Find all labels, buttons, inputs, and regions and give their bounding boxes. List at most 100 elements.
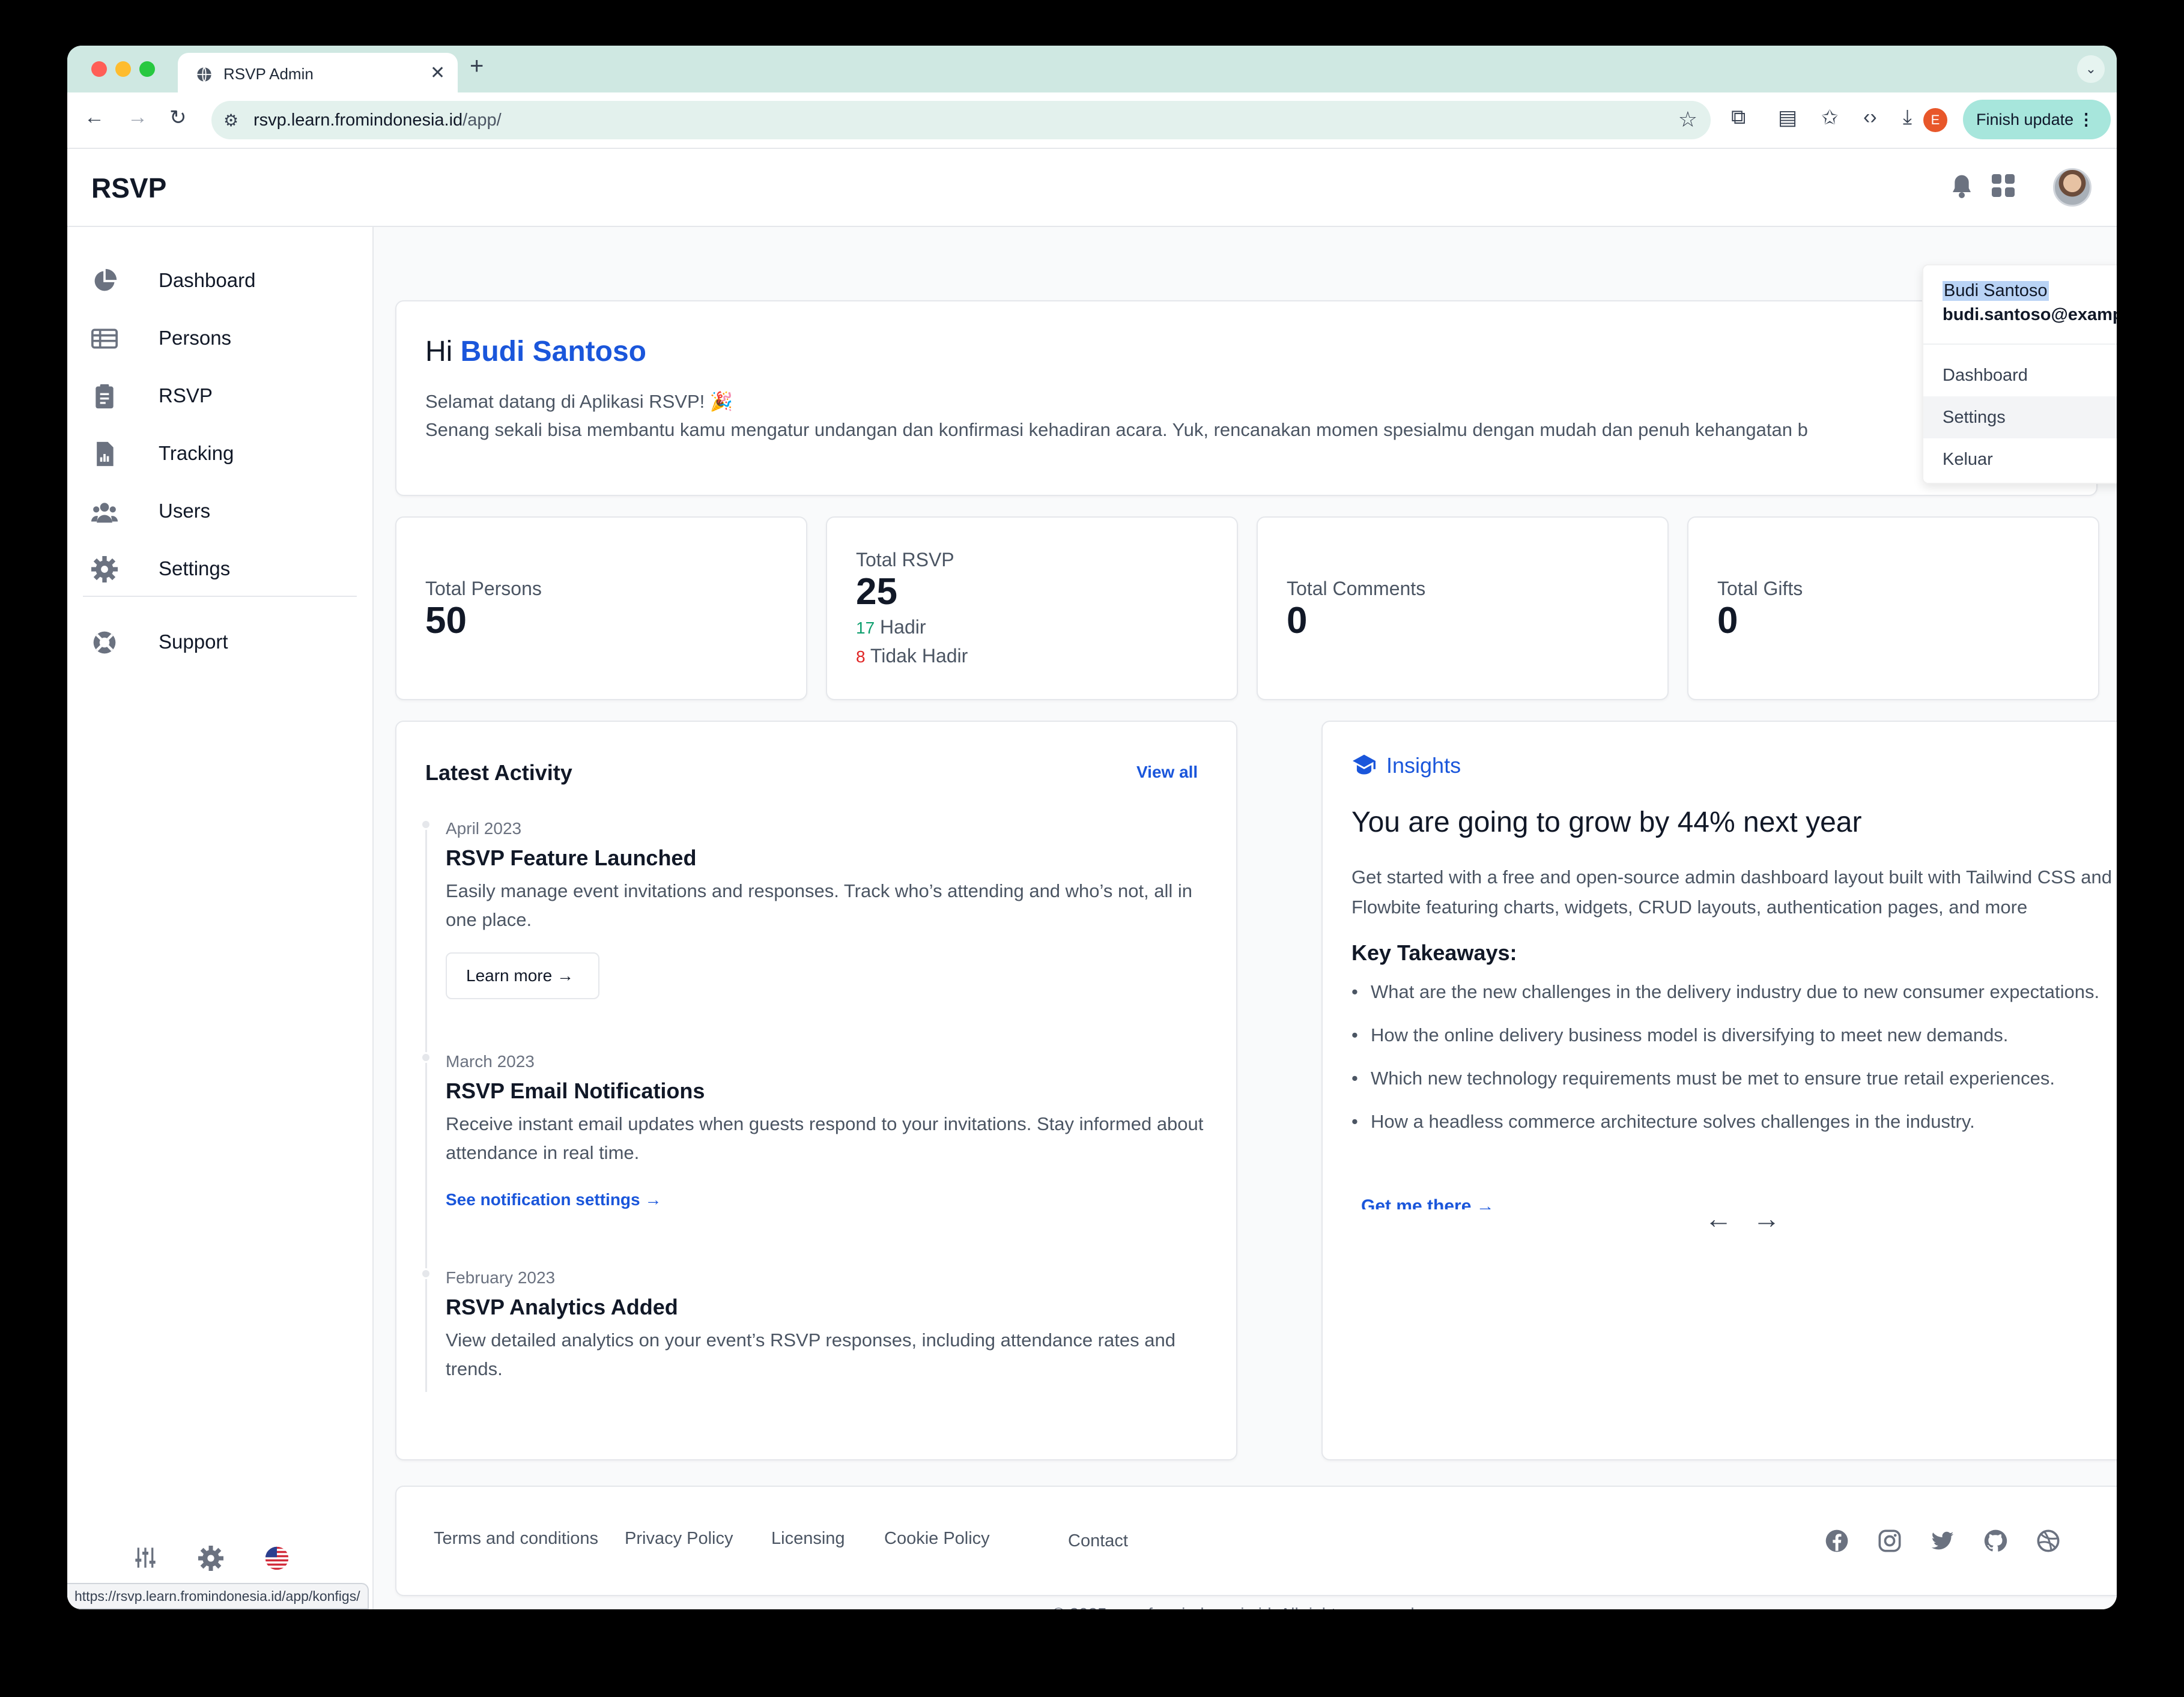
stat-title: Total Persons xyxy=(425,578,542,599)
browser-tab[interactable]: RSVP Admin ✕ xyxy=(178,53,458,92)
timeline-dot xyxy=(420,1268,431,1279)
insights-description: Get started with a free and open-source … xyxy=(1351,867,2112,918)
apps-grid-icon[interactable] xyxy=(1992,174,2016,198)
sidebar-item-users[interactable]: Users xyxy=(91,488,350,536)
bookmark-star-icon[interactable]: ☆ xyxy=(1678,107,1697,132)
finish-update-button[interactable]: Finish update ⋮ xyxy=(1963,100,2111,139)
sidebar-item-label: RSVP xyxy=(159,384,213,407)
globe-icon xyxy=(197,67,211,82)
stat-value: 0 xyxy=(1717,600,1738,641)
link-preview-statusbar: https://rsvp.learn.fromindonesia.id/app/… xyxy=(67,1583,369,1609)
new-tab-button[interactable]: + xyxy=(470,53,484,80)
greeting-line-2: Senang sekali bisa membantu kamu mengatu… xyxy=(425,419,1808,440)
forward-button[interactable]: → xyxy=(127,106,148,129)
dropdown-user-email: budi.santoso@example.com xyxy=(1943,305,2117,324)
tab-strip: RSVP Admin ✕ + ⌄ xyxy=(67,46,2117,92)
key-takeaways-title: Key Takeaways: xyxy=(1351,940,1517,965)
timeline-dot xyxy=(420,1052,431,1063)
sidebar-item-support[interactable]: Support xyxy=(91,619,350,667)
stat-card-rsvp: Total RSVP 25 17 Hadir 8 Tidak Hadir xyxy=(826,516,1238,700)
footer-link-privacy[interactable]: Privacy Policy xyxy=(625,1529,733,1549)
view-all-link[interactable]: View all xyxy=(1136,763,1198,782)
sidebar-item-label: Support xyxy=(159,631,228,653)
dropdown-item-keluar[interactable]: Keluar xyxy=(1923,438,2117,480)
list-item: What are the new challenges in the deliv… xyxy=(1351,978,2117,1006)
extensions-icon[interactable]: ⧉ xyxy=(1731,106,1746,129)
dropdown-item-settings[interactable]: Settings xyxy=(1923,396,2117,438)
carousel-prev-button[interactable]: ← xyxy=(1705,1202,1732,1235)
footer-link-terms[interactable]: Terms and conditions xyxy=(434,1529,598,1549)
minimize-window-button[interactable] xyxy=(115,61,131,77)
site-info-icon[interactable]: ⚙ xyxy=(223,110,238,130)
facebook-icon[interactable] xyxy=(1825,1529,1849,1553)
dropdown-user-name: Budi Santoso xyxy=(1943,281,2049,301)
carousel-next-button[interactable]: → xyxy=(1753,1202,1780,1235)
us-flag-icon[interactable] xyxy=(264,1546,290,1571)
graduation-cap-icon xyxy=(1353,754,1376,775)
activity-item-desc: Easily manage event invitations and resp… xyxy=(446,880,1193,930)
takeaways-list: What are the new challenges in the deliv… xyxy=(1351,978,2117,1151)
sidebar-item-rsvp[interactable]: RSVP xyxy=(91,372,350,420)
dropdown-item-dashboard[interactable]: Dashboard xyxy=(1923,354,2117,396)
devtools-icon[interactable]: ‹› xyxy=(1863,106,1877,129)
maximize-window-button[interactable] xyxy=(139,61,155,77)
sidebar-item-label: Tracking xyxy=(159,442,234,464)
bell-icon[interactable] xyxy=(1950,173,1974,199)
stat-value: 50 xyxy=(425,600,467,641)
notification-settings-link[interactable]: See notification settings → xyxy=(446,1190,661,1209)
reading-mode-icon[interactable]: ▤ xyxy=(1778,106,1797,130)
sidebar-item-tracking[interactable]: Tracking xyxy=(91,430,350,478)
sidebar-item-dashboard[interactable]: Dashboard xyxy=(91,257,350,305)
sliders-icon[interactable] xyxy=(132,1546,159,1570)
sidebar-item-label: Users xyxy=(159,500,211,522)
instagram-icon[interactable] xyxy=(1878,1529,1902,1553)
app-logo[interactable]: RSVP xyxy=(91,172,166,204)
download-icon[interactable]: ⤓ xyxy=(1903,106,1912,129)
stat-value: 25 xyxy=(856,571,897,613)
activity-item-title: RSVP Analytics Added xyxy=(446,1295,678,1319)
sidebar-item-label: Persons xyxy=(159,327,232,349)
close-tab-icon[interactable]: ✕ xyxy=(430,62,445,83)
gear-icon[interactable] xyxy=(198,1546,223,1571)
sidebar-item-settings[interactable]: Settings xyxy=(91,545,350,593)
stat-value: 0 xyxy=(1287,600,1308,641)
list-item: How the online delivery business model i… xyxy=(1351,1021,2117,1050)
sidebar-item-persons[interactable]: Persons xyxy=(91,315,350,363)
reload-button[interactable]: ↻ xyxy=(169,106,187,130)
dribbble-icon[interactable] xyxy=(2036,1529,2060,1553)
users-icon xyxy=(91,503,118,523)
activity-item-desc: Receive instant email updates when guest… xyxy=(446,1113,1204,1163)
favorites-icon[interactable]: ✩ xyxy=(1821,106,1839,130)
report-icon xyxy=(97,441,114,467)
insights-label: Insights xyxy=(1351,753,1461,778)
stat-card-comments: Total Comments 0 xyxy=(1257,516,1669,700)
sidebar-divider xyxy=(83,596,357,597)
activity-title: Latest Activity xyxy=(425,760,572,785)
user-dropdown-menu: Budi Santoso budi.santoso@example.com Da… xyxy=(1922,264,2117,484)
tab-title: RSVP Admin xyxy=(223,65,314,83)
sidebar-item-label: Dashboard xyxy=(159,269,256,291)
footer-link-licensing[interactable]: Licensing xyxy=(771,1529,845,1549)
twitter-icon[interactable] xyxy=(1931,1529,1955,1553)
footer-link-cookie[interactable]: Cookie Policy xyxy=(884,1529,990,1549)
table-icon xyxy=(91,328,118,349)
activity-item-title: RSVP Email Notifications xyxy=(446,1078,705,1103)
close-window-button[interactable] xyxy=(91,61,107,77)
copyright-text: © 2025 rsvp.fromindonesia.id. All rights… xyxy=(1052,1605,1419,1609)
footer-link-contact[interactable]: Contact xyxy=(1068,1531,1128,1551)
profile-avatar[interactable]: E xyxy=(1923,108,1947,132)
timeline-line xyxy=(425,827,427,1392)
stat-title: Total Gifts xyxy=(1717,578,1803,599)
user-avatar[interactable] xyxy=(2053,168,2091,207)
stat-title: Total RSVP xyxy=(856,549,954,570)
back-button[interactable]: ← xyxy=(84,106,105,129)
greeting-card: Hi Budi Santoso Selamat datang di Aplika… xyxy=(395,300,2098,496)
github-icon[interactable] xyxy=(1983,1529,2007,1553)
tab-search-button[interactable]: ⌄ xyxy=(2077,55,2105,83)
sidebar-item-label: Settings xyxy=(159,557,231,579)
insights-card: Insights You are going to grow by 44% ne… xyxy=(1321,721,2117,1460)
get-me-there-link[interactable]: Get me there → xyxy=(1361,1196,1494,1209)
stat-title: Total Comments xyxy=(1287,578,1426,599)
address-bar[interactable]: ⚙ rsvp.learn.fromindonesia.id/app/ ☆ xyxy=(211,101,1711,139)
learn-more-button[interactable]: Learn more → xyxy=(446,952,599,999)
